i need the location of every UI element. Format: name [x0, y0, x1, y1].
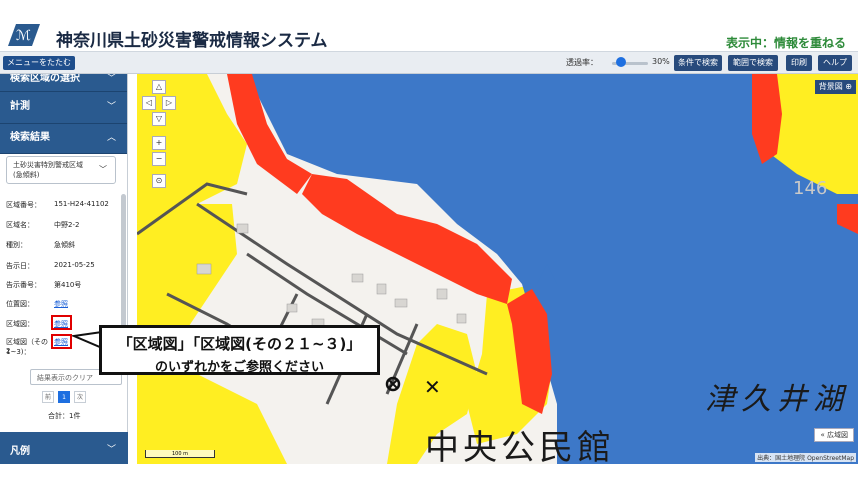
pan-left-icon[interactable]: ◁: [142, 96, 156, 110]
wide-area-button[interactable]: « 広域図: [814, 428, 854, 442]
pan-up-icon[interactable]: △: [152, 80, 166, 94]
current-location-icon[interactable]: ⊙: [152, 174, 166, 188]
location-map-link[interactable]: 参照: [54, 299, 68, 309]
pager-page-1[interactable]: 1: [58, 391, 70, 403]
sidebar-section-label: 検索区域の選択: [10, 74, 80, 84]
opacity-label: 透過率：: [566, 58, 598, 67]
app-title: 神奈川県土砂災害警戒情報システム: [56, 31, 328, 51]
lake-label: 津久井湖: [705, 382, 849, 417]
help-button[interactable]: ヘルプ: [818, 55, 852, 71]
callout-line-2: のいずれかをご参照ください: [154, 360, 324, 375]
pan-right-icon[interactable]: ▷: [162, 96, 176, 110]
print-button[interactable]: 印刷: [786, 55, 812, 71]
sidebar-section-results[interactable]: 検索結果 ︿: [0, 124, 127, 154]
detail-row-extra: 1~3)：: [6, 348, 31, 356]
result-total: 合計：1件: [48, 412, 81, 420]
detail-row: 告示番号： 第410号: [6, 281, 82, 289]
search-by-condition-button[interactable]: 条件で検索: [674, 55, 722, 71]
pan-down-icon[interactable]: ▽: [152, 112, 166, 126]
chevron-down-icon: ﹀: [106, 445, 116, 455]
opacity-value: 30%: [652, 57, 670, 66]
instruction-callout: 「区域図」「区域図(その２１~３)」 のいずれかをご参照ください: [99, 325, 380, 375]
app-header: ℳ 神奈川県土砂災害警戒情報システム 表示中：情報を重ねる: [0, 0, 858, 52]
detail-row: 区域名： 中野2-2: [6, 221, 80, 229]
footer-strip: [0, 464, 858, 483]
chevron-down-icon: ﹀: [99, 165, 107, 174]
detail-row: 告示日： 2021-05-25: [6, 261, 95, 270]
opacity-slider-thumb[interactable]: [616, 57, 626, 67]
sidebar-section-label: 検索結果: [10, 132, 50, 143]
highlight-box: [51, 334, 72, 349]
sidebar-scrollbar[interactable]: [121, 194, 126, 334]
zoom-in-icon[interactable]: +: [152, 136, 166, 150]
sidebar-section-area-select[interactable]: 検索区域の選択 ﹀: [0, 74, 127, 92]
detail-row: 区域図： 参照: [6, 320, 68, 328]
legend-label: 凡例: [10, 446, 30, 457]
legend-section[interactable]: 凡例 ﹀: [0, 432, 128, 464]
select-line-1: 土砂災害特別警戒区域: [13, 161, 83, 169]
pager-prev[interactable]: 前: [42, 391, 54, 403]
map-attribution: 出典：国土地理院 OpenStreetMap: [755, 453, 856, 462]
svg-text:✕: ✕: [424, 375, 441, 399]
collapse-menu-button[interactable]: メニューをたたむ: [3, 56, 75, 70]
pager-next[interactable]: 次: [74, 391, 86, 403]
toolbar: メニューをたたむ 透過率： 30% 条件で検索 範囲で検索 印刷 ヘルプ: [0, 52, 858, 74]
prefecture-logo-icon: ℳ: [8, 24, 40, 46]
select-line-2: (急傾斜): [13, 171, 40, 179]
chevron-down-icon: ﹀: [106, 102, 116, 112]
zone-type-select[interactable]: 土砂災害特別警戒区域 (急傾斜) ﹀: [6, 156, 116, 184]
display-mode-label[interactable]: 表示中：情報を重ねる: [726, 34, 846, 51]
search-by-area-button[interactable]: 範囲で検索: [728, 55, 778, 71]
callout-pointer: [72, 331, 102, 349]
background-map-button[interactable]: 背景図 ⊕: [814, 80, 856, 94]
sidebar-section-label: 計測: [10, 101, 30, 112]
elevation-label: 146: [793, 178, 828, 199]
scale-bar: 100 m: [145, 450, 215, 458]
svg-text:ℳ: ℳ: [16, 28, 31, 44]
map-view[interactable]: ✕ △ ◁ ▷ ▽ + − ⊙ 背景図 ⊕ 146 津久井湖 中央公民館 « 広…: [137, 74, 858, 464]
callout-line-1: 「区域図」「区域図(その２１~３)」: [117, 335, 362, 353]
chevron-down-icon: ﹀: [106, 74, 116, 84]
chevron-up-icon: ︿: [106, 133, 116, 143]
highlight-box: [51, 315, 72, 330]
zoom-out-icon[interactable]: −: [152, 152, 166, 166]
detail-row: 種別： 急傾斜: [6, 241, 75, 249]
hall-label: 中央公民館: [425, 428, 615, 464]
sidebar-section-measure[interactable]: 計測 ﹀: [0, 92, 127, 124]
detail-row: 位置図： 参照: [6, 300, 68, 308]
detail-row: 区域番号： 151-H24-41102: [6, 200, 109, 209]
sidebar: 検索区域の選択 ﹀ 計測 ﹀ 検索結果 ︿ 土砂災害特別警戒区域 (急傾斜) ﹀…: [0, 74, 128, 464]
